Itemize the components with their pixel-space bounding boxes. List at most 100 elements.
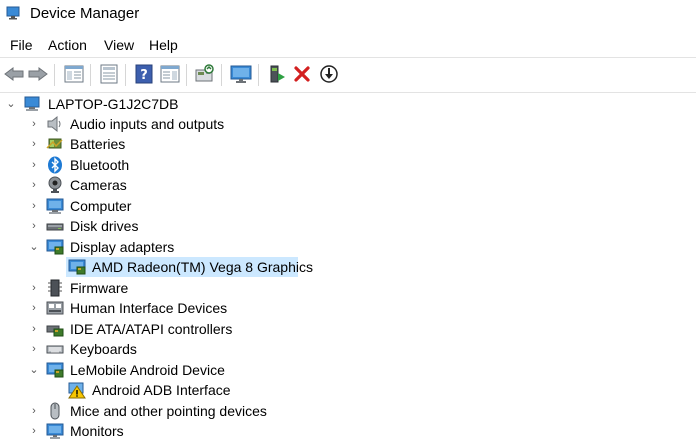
ide-controller-icon [46, 325, 64, 337]
category-label: Mice and other pointing devices [70, 403, 267, 419]
device-label: AMD Radeon(TM) Vega 8 Graphics [92, 259, 313, 275]
category-label: Computer [70, 198, 132, 214]
category-label: Disk drives [70, 218, 139, 234]
show-hide-console-tree-icon [64, 65, 84, 83]
camera-icon [48, 176, 62, 193]
expand-chevron-icon[interactable]: ⌄ [5, 97, 17, 111]
tree-category[interactable]: › Computer [0, 196, 696, 216]
tree-category[interactable]: › Mice and other pointing devices [0, 401, 696, 421]
device-label: Android ADB Interface [92, 382, 231, 398]
display-adapter-icon [68, 259, 86, 275]
category-label: Human Interface Devices [70, 300, 228, 316]
toolbar-separator [186, 64, 187, 86]
tree-category[interactable]: › Keyboards [0, 339, 696, 359]
action-pane-button[interactable] [158, 62, 182, 86]
tree-root[interactable]: ⌄ LAPTOP-G1J2C7DB [0, 94, 696, 114]
computer-icon [24, 96, 40, 111]
tree-category[interactable]: › Monitors [0, 421, 696, 441]
scan-hardware-icon [195, 64, 214, 82]
speaker-icon [47, 115, 61, 133]
category-label: Audio inputs and outputs [70, 116, 225, 132]
disable-device-button[interactable] [317, 62, 341, 86]
hid-icon [46, 301, 64, 315]
forward-icon [28, 67, 48, 81]
show-hide-console-tree-button[interactable] [62, 62, 86, 86]
toolbar-separator [90, 64, 91, 86]
toolbar-separator [221, 64, 222, 86]
window-title: Device Manager [30, 5, 140, 22]
category-label: LeMobile Android Device [70, 362, 225, 378]
tree-category[interactable]: › Human Interface Devices [0, 298, 696, 318]
tree-device[interactable]: Android ADB Interface [0, 380, 696, 400]
bluetooth-icon [48, 156, 62, 174]
monitor-button[interactable] [229, 62, 253, 86]
menu-help[interactable]: Help [148, 34, 179, 56]
collapse-chevron-icon[interactable]: › [28, 117, 40, 131]
firmware-icon [48, 279, 62, 297]
tree-category[interactable]: › Audio inputs and outputs [0, 114, 696, 134]
forward-button[interactable] [26, 62, 50, 86]
warning-icon [68, 382, 86, 399]
tree-device-selected[interactable]: AMD Radeon(TM) Vega 8 Graphics [0, 257, 696, 277]
tree-category[interactable]: › Cameras [0, 175, 696, 195]
battery-icon [46, 138, 63, 149]
collapse-chevron-icon[interactable]: › [28, 342, 40, 356]
collapse-chevron-icon[interactable]: › [28, 219, 40, 233]
android-device-icon [46, 362, 64, 378]
tree-category[interactable]: › Disk drives [0, 216, 696, 236]
category-label: Cameras [70, 177, 127, 193]
update-driver-button[interactable] [264, 62, 288, 86]
back-button[interactable] [2, 62, 26, 86]
tree-category[interactable]: › Firmware [0, 278, 696, 298]
toolbar-separator [125, 64, 126, 86]
title-bar: Device Manager [0, 0, 696, 30]
collapse-chevron-icon[interactable]: › [28, 424, 40, 438]
monitor-icon [230, 65, 252, 83]
scan-hardware-button[interactable] [193, 62, 217, 86]
collapse-chevron-icon[interactable]: › [28, 404, 40, 418]
menu-file[interactable]: File [9, 34, 34, 56]
disable-device-icon [320, 65, 338, 83]
collapse-chevron-icon[interactable]: › [28, 178, 40, 192]
menu-action[interactable]: Action [47, 34, 88, 56]
collapse-chevron-icon[interactable]: › [28, 199, 40, 213]
svg-text:?: ? [140, 68, 148, 83]
collapse-chevron-icon[interactable]: › [28, 137, 40, 151]
disk-drive-icon [46, 223, 64, 231]
tree-category[interactable]: ⌄ LeMobile Android Device [0, 360, 696, 380]
category-label: Monitors [70, 423, 124, 439]
category-label: IDE ATA/ATAPI controllers [70, 321, 233, 337]
toolbar-separator [54, 64, 55, 86]
menu-bar: File Action View Help [0, 34, 696, 56]
menu-view[interactable]: View [103, 34, 135, 56]
collapse-chevron-icon[interactable]: › [28, 322, 40, 336]
category-label: Batteries [70, 136, 126, 152]
category-label: Keyboards [70, 341, 137, 357]
tree-category[interactable]: › Bluetooth [0, 155, 696, 175]
back-icon [4, 67, 24, 81]
properties-button[interactable] [97, 62, 121, 86]
device-tree: ⌄ LAPTOP-G1J2C7DB › Audio inputs and out… [0, 92, 696, 444]
expand-chevron-icon[interactable]: ⌄ [28, 240, 40, 254]
collapse-chevron-icon[interactable]: › [28, 281, 40, 295]
device-manager-icon [6, 6, 20, 20]
update-driver-icon [270, 65, 285, 83]
uninstall-button[interactable] [290, 62, 314, 86]
tree-category[interactable]: ⌄ Display adapters [0, 237, 696, 257]
toolbar: ? [0, 57, 696, 93]
keyboard-icon [46, 345, 64, 354]
collapse-chevron-icon[interactable]: › [28, 158, 40, 172]
category-label: Display adapters [70, 239, 175, 255]
help-button[interactable]: ? [132, 62, 156, 86]
help-icon: ? [135, 64, 153, 84]
tree-category[interactable]: › IDE ATA/ATAPI controllers [0, 319, 696, 339]
display-adapter-icon [46, 239, 64, 255]
toolbar-separator [258, 64, 259, 86]
tree-category[interactable]: › Batteries [0, 134, 696, 154]
collapse-chevron-icon[interactable]: › [28, 301, 40, 315]
mouse-icon [50, 402, 60, 420]
action-pane-icon [160, 65, 180, 83]
uninstall-icon [294, 66, 310, 82]
monitor-icon [46, 423, 64, 439]
expand-chevron-icon[interactable]: ⌄ [28, 363, 40, 377]
